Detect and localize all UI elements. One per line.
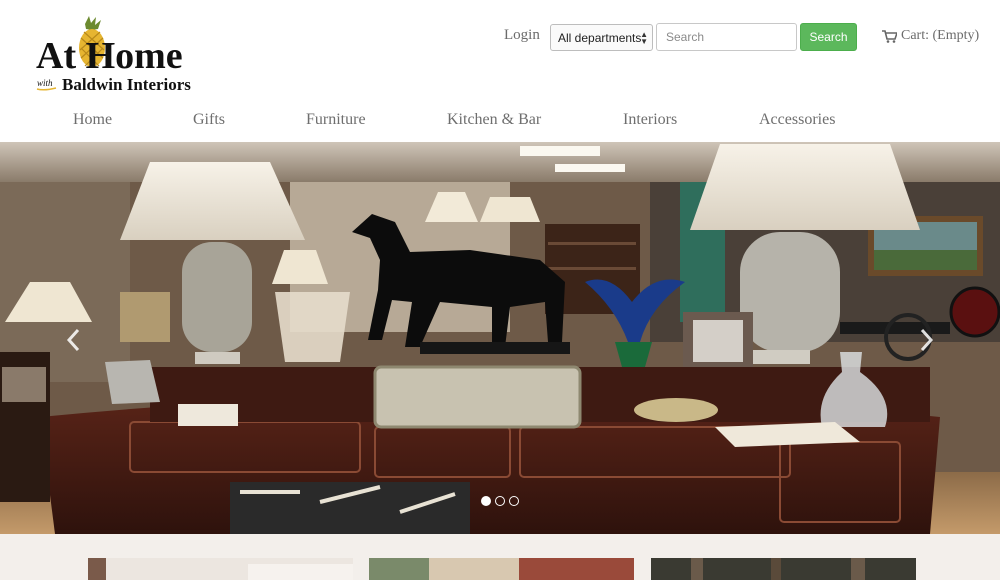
nav-item-furniture[interactable]: Furniture: [306, 111, 366, 129]
featured-tile-1[interactable]: [88, 558, 353, 580]
chevron-right-icon: [920, 328, 934, 352]
nav-item-kitchen-bar[interactable]: Kitchen & Bar: [447, 111, 541, 129]
department-select-value: All departments: [558, 31, 642, 45]
logo-graphic: At Home with Baldwin Interiors: [36, 16, 191, 94]
nav-item-home[interactable]: Home: [73, 111, 112, 129]
featured-tile-3[interactable]: [651, 558, 916, 580]
search-input[interactable]: [656, 23, 797, 51]
logo-line1: At Home: [36, 35, 183, 77]
carousel-prev-button[interactable]: [62, 325, 86, 355]
showroom-photo: [0, 142, 1000, 534]
carousel-dot-1[interactable]: [481, 496, 491, 506]
search-button[interactable]: Search: [800, 23, 857, 51]
nav-item-interiors[interactable]: Interiors: [623, 111, 677, 129]
site-logo[interactable]: At Home with Baldwin Interiors: [36, 16, 216, 96]
login-link[interactable]: Login: [504, 27, 540, 44]
select-caret-icon: ▲ ▼: [640, 30, 648, 46]
main-nav: Home Gifts Furniture Kitchen & Bar Inter…: [0, 108, 1000, 142]
featured-tile-1-image: [88, 558, 353, 580]
nav-item-accessories[interactable]: Accessories: [759, 111, 835, 129]
cart-link[interactable]: Cart: (Empty): [882, 28, 979, 44]
chevron-left-icon: [66, 328, 80, 352]
logo-with: with: [37, 78, 53, 88]
featured-tile-2[interactable]: [369, 558, 634, 580]
carousel-dot-2[interactable]: [495, 496, 505, 506]
carousel-dot-3[interactable]: [509, 496, 519, 506]
cart-label: Cart: (Empty): [901, 28, 980, 43]
featured-tile-2-image: [369, 558, 634, 580]
department-select[interactable]: All departments ▲ ▼: [550, 24, 653, 51]
logo-line2: Baldwin Interiors: [62, 75, 191, 94]
nav-item-gifts[interactable]: Gifts: [193, 111, 225, 129]
shopping-cart-icon: [882, 29, 897, 43]
hero-carousel[interactable]: [0, 142, 1000, 534]
featured-tile-3-image: [651, 558, 916, 580]
carousel-next-button[interactable]: [914, 325, 938, 355]
carousel-indicators: [481, 496, 519, 506]
